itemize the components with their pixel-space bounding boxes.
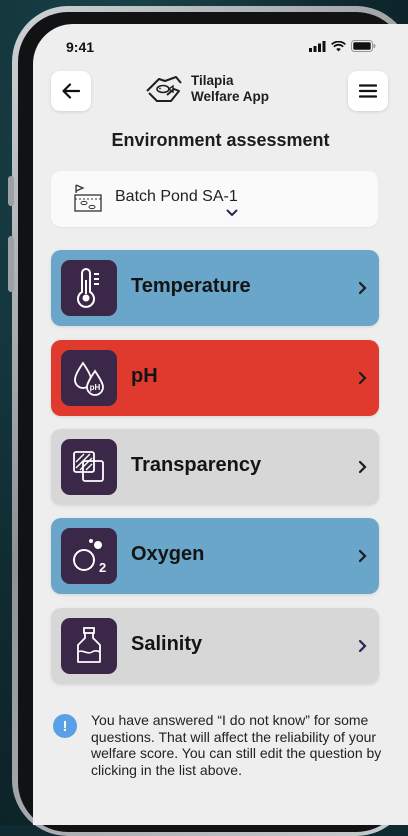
salinity-bottle-icon: [61, 618, 117, 674]
app-logo: Tilapia Welfare App: [143, 71, 269, 107]
app-header: Tilapia Welfare App: [33, 68, 408, 118]
status-icons: [309, 40, 376, 52]
chevron-right-icon: [358, 549, 367, 563]
card-oxygen[interactable]: 2 Oxygen: [51, 518, 379, 594]
card-ph[interactable]: pH pH: [51, 340, 379, 416]
ph-drops-icon: pH: [61, 350, 117, 406]
card-salinity[interactable]: Salinity: [51, 608, 379, 684]
app-screen: 9:41 Tilapia Welfare App Environment ass…: [33, 24, 408, 825]
battery-icon: [351, 40, 376, 52]
chevron-right-icon: [358, 281, 367, 295]
app-name-line2: Welfare App: [191, 89, 270, 104]
chevron-right-icon: [358, 460, 367, 474]
transparency-icon: [61, 439, 117, 495]
phone-volume-button: [8, 236, 14, 292]
phone-side-button: [8, 176, 14, 206]
card-transparency[interactable]: Transparency: [51, 429, 379, 505]
chevron-right-icon: [358, 371, 367, 385]
card-label-ph: pH: [131, 365, 158, 387]
card-label-temperature: Temperature: [131, 275, 251, 297]
info-icon: !: [53, 714, 77, 738]
chevron-down-icon: [226, 209, 238, 217]
pond-label: Batch Pond SA-1: [115, 188, 238, 205]
oxygen-icon: 2: [61, 528, 117, 584]
pond-selector[interactable]: Batch Pond SA-1: [51, 171, 378, 227]
notice-text: You have answered “I do not know” for so…: [91, 712, 382, 778]
svg-text:pH: pH: [90, 383, 101, 392]
status-time: 9:41: [66, 39, 95, 55]
svg-text:2: 2: [99, 560, 106, 575]
back-button[interactable]: [51, 71, 91, 111]
card-label-oxygen: Oxygen: [131, 543, 205, 565]
signal-icon: [309, 40, 326, 52]
card-temperature[interactable]: Temperature: [51, 250, 379, 326]
card-label-salinity: Salinity: [131, 633, 203, 655]
menu-button[interactable]: [348, 71, 388, 111]
arrow-left-icon: [62, 83, 80, 99]
thermometer-icon: [61, 260, 117, 316]
status-bar: 9:41: [33, 24, 408, 68]
app-name-line1: Tilapia: [191, 73, 234, 88]
page-title: Environment assessment: [111, 130, 330, 150]
fish-hands-logo-icon: [146, 76, 182, 102]
card-label-transparency: Transparency: [131, 454, 262, 476]
pond-icon: [74, 184, 102, 212]
wifi-icon: [331, 40, 346, 51]
hamburger-menu-icon: [359, 84, 377, 98]
chevron-right-icon: [358, 639, 367, 653]
